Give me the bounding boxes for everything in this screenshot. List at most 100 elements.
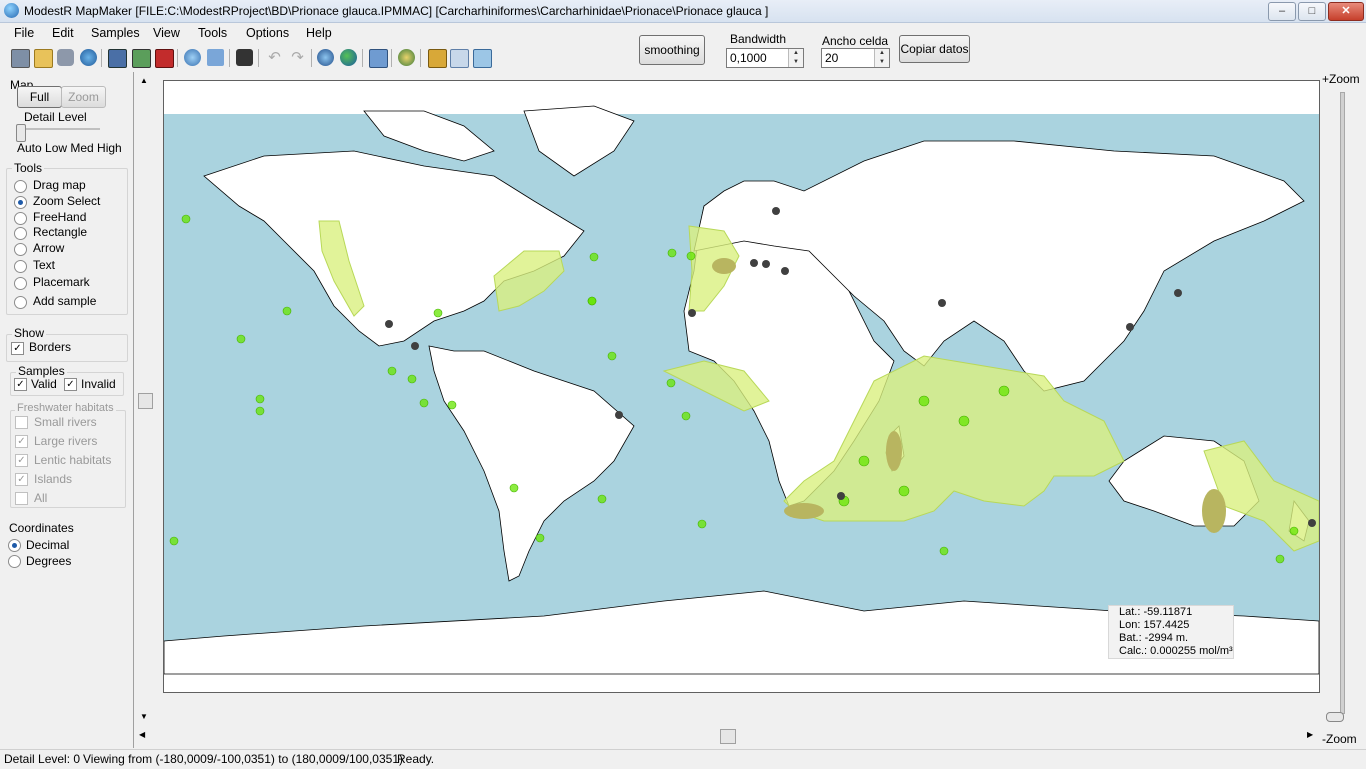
toolbar-separator	[420, 49, 421, 67]
earth-icon[interactable]	[340, 49, 357, 66]
zoom-slider-thumb[interactable]	[1326, 712, 1344, 722]
export-image-icon[interactable]	[207, 49, 224, 66]
status-state: Ready.	[397, 752, 435, 766]
options-icon[interactable]	[369, 49, 388, 68]
vertical-scrollbar[interactable]: ▲ ▼	[137, 72, 153, 724]
invalid-sample	[750, 259, 758, 267]
edit-samples-icon[interactable]	[428, 49, 447, 68]
large-rivers-label: Large rivers	[34, 434, 98, 448]
world-map[interactable]	[163, 81, 1320, 692]
valid-sample	[686, 251, 696, 261]
horizontal-scroll-thumb[interactable]	[720, 729, 736, 744]
tools-group-title: Tools	[12, 161, 45, 175]
search-globe-icon[interactable]	[317, 49, 334, 66]
menu-help[interactable]: Help	[306, 26, 332, 40]
radio-placemark[interactable]	[14, 277, 27, 290]
menu-samples[interactable]: Samples	[91, 26, 140, 40]
save-samples-icon[interactable]	[132, 49, 151, 68]
zoom-track[interactable]	[1340, 92, 1345, 714]
invalid-sample	[1126, 323, 1134, 331]
all-label: All	[34, 491, 48, 505]
radio-zoom-select[interactable]	[14, 196, 27, 209]
save-red-icon[interactable]	[155, 49, 174, 68]
radio-rectangle[interactable]	[14, 227, 27, 240]
layers-icon[interactable]	[398, 49, 415, 66]
radio-arrow[interactable]	[14, 243, 27, 256]
bandwidth-input[interactable]: 0,1000 ▲ ▼	[726, 48, 804, 68]
zoom-in-label[interactable]: +Zoom	[1322, 72, 1360, 86]
select-tool-icon[interactable]	[450, 49, 469, 68]
vertical-scroll-thumb[interactable]	[138, 393, 153, 409]
valid-sample	[587, 296, 597, 306]
bandwidth-spinner[interactable]: ▲ ▼	[788, 49, 803, 67]
islands-checkbox[interactable]: ✓	[15, 473, 28, 486]
borders-checkbox[interactable]: ✓	[11, 342, 24, 355]
valid-sample	[255, 394, 265, 404]
map-canvas[interactable]	[163, 80, 1320, 693]
scroll-up-icon[interactable]: ▲	[140, 76, 148, 85]
samples-group-title: Samples	[16, 364, 67, 378]
lentic-habitats-label: Lentic habitats	[34, 453, 112, 467]
valid-sample	[607, 351, 617, 361]
invalid-sample	[411, 342, 419, 350]
toolbar-separator	[229, 49, 230, 67]
menu-tools[interactable]: Tools	[198, 26, 227, 40]
maximize-button[interactable]: □	[1298, 2, 1326, 21]
cell-width-input[interactable]: 20 ▲ ▼	[821, 48, 890, 68]
valid-sample	[509, 483, 519, 493]
menu-bar: File Edit Samples View Tools Options Hel…	[0, 23, 620, 43]
export-map-icon[interactable]	[184, 49, 201, 66]
menu-view[interactable]: View	[153, 26, 180, 40]
horizontal-scrollbar[interactable]: ◀ ▶	[137, 728, 1317, 744]
label-decimal: Decimal	[26, 538, 70, 552]
radio-degrees[interactable]	[8, 555, 21, 568]
coordinates-group: Coordinates Decimal Degrees	[2, 521, 128, 568]
menu-file[interactable]: File	[14, 26, 34, 40]
menu-edit[interactable]: Edit	[52, 26, 74, 40]
cell-width-spinner[interactable]: ▲ ▼	[874, 49, 889, 67]
coordinates-group-title: Coordinates	[7, 521, 76, 535]
save-icon[interactable]	[108, 49, 127, 68]
minimize-button[interactable]: –	[1268, 2, 1296, 21]
globe-db-icon[interactable]	[80, 49, 97, 66]
open-folder-icon[interactable]	[34, 49, 53, 68]
all-checkbox[interactable]	[15, 492, 28, 505]
radio-text[interactable]	[14, 260, 27, 273]
radio-drag-map[interactable]	[14, 180, 27, 193]
zoom-button[interactable]: Zoom	[61, 86, 106, 108]
show-group-title: Show	[12, 326, 47, 340]
full-button[interactable]: Full	[17, 86, 62, 108]
valid-sample	[697, 519, 707, 529]
valid-checkbox[interactable]: ✓	[14, 378, 27, 391]
new-map-icon[interactable]	[11, 49, 30, 68]
copy-data-button[interactable]: Copiar datos	[899, 35, 970, 63]
export-arrow-icon[interactable]	[473, 49, 492, 68]
zoom-out-label[interactable]: -Zoom	[1322, 732, 1357, 746]
density-core-australia	[1202, 489, 1226, 533]
import-icon[interactable]	[57, 49, 74, 66]
camera-icon[interactable]	[236, 49, 253, 66]
radio-decimal[interactable]	[8, 539, 21, 552]
radio-freehand[interactable]	[14, 212, 27, 225]
menu-options[interactable]: Options	[246, 26, 289, 40]
detail-level-slider[interactable]	[16, 124, 26, 142]
radio-add-sample[interactable]	[14, 296, 27, 309]
invalid-sample	[615, 411, 623, 419]
undo-icon[interactable]: ↶	[266, 49, 283, 66]
lentic-habitats-checkbox[interactable]: ✓	[15, 454, 28, 467]
scroll-left-icon[interactable]: ◀	[139, 730, 145, 739]
toolbar-separator	[311, 49, 312, 67]
large-rivers-checkbox[interactable]: ✓	[15, 435, 28, 448]
redo-icon[interactable]: ↷	[289, 49, 306, 66]
smoothing-button[interactable]: smoothing	[639, 35, 705, 65]
density-core-iberia	[712, 258, 736, 274]
toolbar: ↶ ↷	[0, 45, 500, 71]
small-rivers-checkbox[interactable]	[15, 416, 28, 429]
invalid-checkbox[interactable]: ✓	[64, 378, 77, 391]
scroll-right-icon[interactable]: ▶	[1307, 730, 1313, 739]
close-button[interactable]: ✕	[1328, 2, 1364, 21]
label-drag-map: Drag map	[33, 178, 86, 192]
samples-group: Samples ✓ Valid ✓ Invalid	[10, 364, 124, 396]
left-panel: Map Full Zoom Detail Level Auto Low Med …	[0, 72, 134, 748]
scroll-down-icon[interactable]: ▼	[140, 712, 148, 721]
